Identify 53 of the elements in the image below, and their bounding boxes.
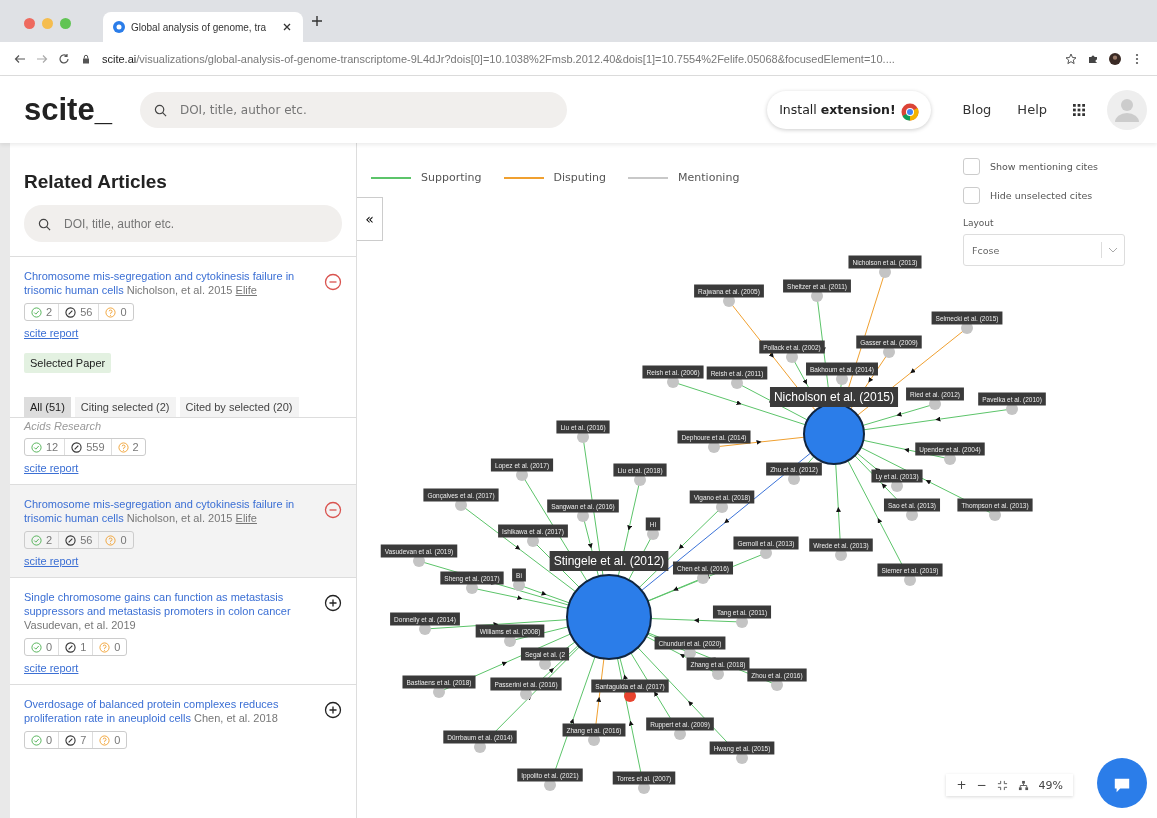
count-number: 7 <box>80 734 87 746</box>
count-number: 0 <box>46 641 53 653</box>
filter-tab[interactable]: All (51) <box>24 397 71 417</box>
count-number: 559 <box>86 441 105 453</box>
zoom-in-button[interactable]: + <box>956 778 967 792</box>
count-number: 2 <box>132 441 139 453</box>
search-field[interactable]: DOI, title, author etc. <box>139 91 567 128</box>
layout-dropdown[interactable]: Fcose <box>963 234 1125 266</box>
search-field[interactable]: DOI, title, author etc. <box>24 205 342 242</box>
field-label: Layout <box>963 218 995 228</box>
journal-link[interactable]: Elife <box>235 512 257 524</box>
browser-tab[interactable]: Global analysis of genome, tra <box>103 12 303 42</box>
count-number: 1 <box>80 641 87 653</box>
legend-label: Supporting <box>421 171 482 184</box>
count-number: 12 <box>46 441 59 453</box>
article-citation[interactable]: Chromosome mis-segregation and cytokinesis failure in trisomic human cells Nicholson, et al. 2015 Elife <box>24 497 316 525</box>
logo[interactable]: scite_ <box>24 91 112 128</box>
install-extension-button[interactable]: Install extension! <box>767 90 931 129</box>
tab-title: Global analysis of genome, tra <box>131 21 268 33</box>
article-citation[interactable]: Chromosome mis-segregation and cytokinesis failure in trisomic human cells Nicholson, et al. 2015 Elife <box>24 269 316 297</box>
count-number: 0 <box>46 734 53 746</box>
hub-label[interactable]: Stingele et al. (2012) <box>549 551 669 571</box>
journal-link[interactable]: Elife <box>235 284 257 296</box>
collapse-button[interactable]: « <box>357 197 383 241</box>
count-number: 0 <box>114 734 121 746</box>
zoom-level: 49% <box>1038 778 1063 792</box>
nav-link[interactable]: Blog <box>962 102 992 117</box>
report-link[interactable]: scite report <box>24 462 79 474</box>
count-number: 0 <box>114 641 121 653</box>
journal-name: Acids Research <box>24 420 103 432</box>
legend-label: Disputing <box>553 171 607 184</box>
filter-tab[interactable]: Citing selected (2) <box>74 397 176 417</box>
count-number: 56 <box>80 534 93 546</box>
article-citation[interactable]: Single chromosome gains can function as metastasis suppressors and metastasis promoters in colon cancer Vasudevan, et al. 2019 <box>24 590 316 632</box>
checkbox-label: Hide unselected cites <box>990 190 1093 201</box>
checkbox-label: Show mentioning cites <box>990 161 1099 172</box>
article-citation[interactable]: Overdosage of balanced protein complexes reduces proliferation rate in aneuploid cells Chen, et al. 2018 <box>24 697 316 725</box>
panel-title: Related Articles <box>24 171 168 193</box>
nav-link[interactable]: Help <box>1017 102 1047 117</box>
address-bar[interactable]: scite.ai/visualizations/global-analysis-of-genome-transcriptome-9L4dJr?dois[0]=10.1038%2Fmsb.2012.40&dois[1]=10.7554%2Felife.05068&focusedElement=10.... <box>102 52 1055 65</box>
count-number: 0 <box>120 306 127 318</box>
count-number: 0 <box>120 534 127 546</box>
zoom-out-button[interactable]: − <box>976 778 987 792</box>
filter-tab[interactable]: Cited by selected (20) <box>179 397 299 417</box>
count-number: 56 <box>80 306 93 318</box>
legend-label: Mentioning <box>678 171 740 184</box>
count-number: 2 <box>46 534 53 546</box>
selected-paper-tag: Selected Paper <box>24 353 112 373</box>
hub-label[interactable]: Nicholson et al. (2015) <box>769 387 899 407</box>
report-link[interactable]: scite report <box>24 555 79 567</box>
count-number: 2 <box>46 306 53 318</box>
report-link[interactable]: scite report <box>24 327 79 339</box>
report-link[interactable]: scite report <box>24 662 79 674</box>
